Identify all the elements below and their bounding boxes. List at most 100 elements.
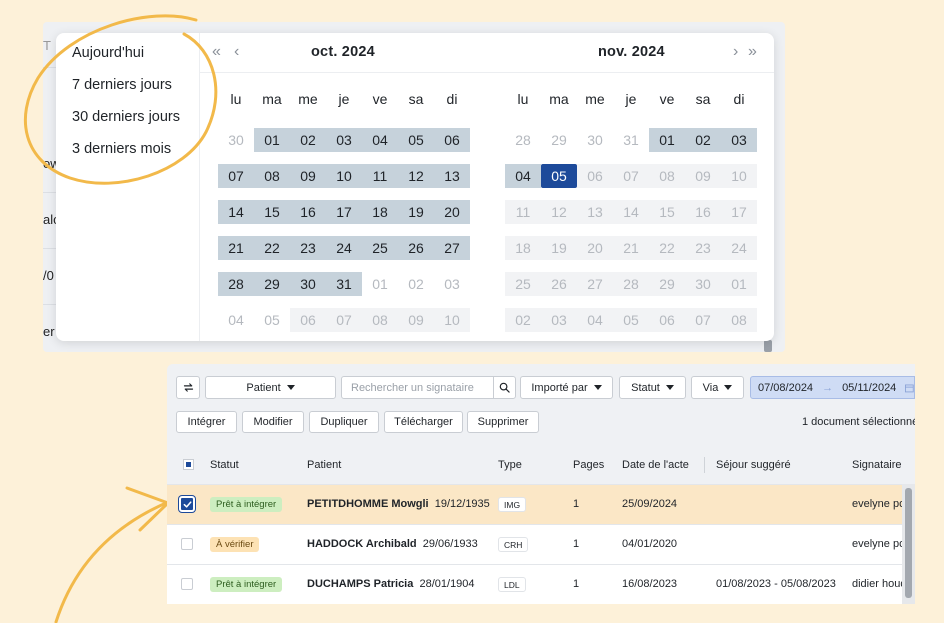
- calendar-day[interactable]: 13: [577, 200, 613, 224]
- table-row[interactable]: Prêt à intégrer PETITDHOMME Mowgli 19/12/…: [167, 484, 905, 524]
- calendar-day[interactable]: 25: [505, 272, 541, 296]
- calendar-day[interactable]: 31: [613, 128, 649, 152]
- calendar-day[interactable]: 05: [398, 128, 434, 152]
- calendar-day[interactable]: 06: [434, 128, 470, 152]
- calendar-day[interactable]: 06: [649, 308, 685, 332]
- date-range-field[interactable]: 07/08/2024 → 05/11/2024: [750, 376, 915, 399]
- calendar-day[interactable]: 04: [218, 308, 254, 332]
- calendar-day[interactable]: 07: [326, 308, 362, 332]
- calendar-day[interactable]: 29: [649, 272, 685, 296]
- calendar-day[interactable]: 04: [362, 128, 398, 152]
- calendar-day[interactable]: 17: [721, 200, 757, 224]
- patient-filter-dropdown[interactable]: Patient: [205, 376, 336, 399]
- column-status[interactable]: Statut: [210, 459, 239, 471]
- calendar-day[interactable]: 15: [254, 200, 290, 224]
- calendar-day[interactable]: 05: [613, 308, 649, 332]
- calendar-day[interactable]: 28: [613, 272, 649, 296]
- calendar-day[interactable]: 04: [577, 308, 613, 332]
- calendar-day[interactable]: 24: [721, 236, 757, 260]
- vertical-scrollbar[interactable]: [902, 484, 915, 604]
- calendar-day[interactable]: 23: [685, 236, 721, 260]
- search-button[interactable]: [493, 377, 515, 398]
- calendar-day[interactable]: 18: [362, 200, 398, 224]
- column-pages[interactable]: Pages: [573, 459, 604, 471]
- calendar-day[interactable]: 30: [577, 128, 613, 152]
- calendar-day[interactable]: 22: [254, 236, 290, 260]
- calendar-day[interactable]: 09: [398, 308, 434, 332]
- calendar-day[interactable]: 11: [505, 200, 541, 224]
- calendar-day[interactable]: 12: [398, 164, 434, 188]
- calendar-day[interactable]: 18: [505, 236, 541, 260]
- calendar-day[interactable]: 01: [254, 128, 290, 152]
- select-all-checkbox[interactable]: [183, 459, 194, 470]
- calendar-day[interactable]: 15: [649, 200, 685, 224]
- calendar-day[interactable]: 27: [577, 272, 613, 296]
- calendar-day[interactable]: 02: [685, 128, 721, 152]
- calendar-day-selected[interactable]: 05: [541, 164, 577, 188]
- calendar-day[interactable]: 01: [721, 272, 757, 296]
- calendar-day[interactable]: 10: [434, 308, 470, 332]
- via-filter-dropdown[interactable]: Via: [691, 376, 744, 399]
- calendar-day[interactable]: 07: [218, 164, 254, 188]
- calendar-day[interactable]: 08: [254, 164, 290, 188]
- column-patient[interactable]: Patient: [307, 459, 341, 471]
- calendar-day[interactable]: 10: [721, 164, 757, 188]
- scrollbar-thumb[interactable]: [905, 488, 912, 598]
- calendar-day[interactable]: 25: [362, 236, 398, 260]
- prev-year-button[interactable]: «: [212, 42, 221, 62]
- imported-by-dropdown[interactable]: Importé par: [520, 376, 613, 399]
- calendar-day[interactable]: 19: [541, 236, 577, 260]
- calendar-day[interactable]: 02: [505, 308, 541, 332]
- calendar-day[interactable]: 20: [577, 236, 613, 260]
- prev-month-button[interactable]: ‹: [234, 42, 239, 62]
- calendar-day[interactable]: 07: [685, 308, 721, 332]
- calendar-day[interactable]: 19: [398, 200, 434, 224]
- calendar-day[interactable]: 28: [505, 128, 541, 152]
- calendar-day[interactable]: 29: [254, 272, 290, 296]
- integrate-button[interactable]: Intégrer: [176, 411, 237, 433]
- refresh-button[interactable]: [176, 376, 200, 399]
- calendar-day[interactable]: 14: [218, 200, 254, 224]
- calendar-day[interactable]: 08: [721, 308, 757, 332]
- calendar-day[interactable]: 09: [290, 164, 326, 188]
- calendar-day[interactable]: 14: [613, 200, 649, 224]
- calendar-day[interactable]: 12: [541, 200, 577, 224]
- calendar-day[interactable]: 26: [541, 272, 577, 296]
- row-checkbox[interactable]: [181, 538, 193, 550]
- signer-search-input[interactable]: [342, 377, 493, 398]
- calendar-day[interactable]: 24: [326, 236, 362, 260]
- calendar-day[interactable]: 08: [362, 308, 398, 332]
- calendar-day[interactable]: 03: [326, 128, 362, 152]
- calendar-day[interactable]: 02: [398, 272, 434, 296]
- calendar-day[interactable]: 16: [290, 200, 326, 224]
- calendar-day[interactable]: 20: [434, 200, 470, 224]
- calendar-day[interactable]: 17: [326, 200, 362, 224]
- column-act-date[interactable]: Date de l'acte: [622, 459, 689, 471]
- calendar-day[interactable]: 28: [218, 272, 254, 296]
- preset-last-3-months[interactable]: 3 derniers mois: [56, 139, 199, 171]
- calendar-day[interactable]: 11: [362, 164, 398, 188]
- calendar-day[interactable]: 21: [218, 236, 254, 260]
- calendar-day[interactable]: 04: [505, 164, 541, 188]
- calendar-day[interactable]: 06: [290, 308, 326, 332]
- calendar-day[interactable]: 03: [434, 272, 470, 296]
- calendar-day[interactable]: 29: [541, 128, 577, 152]
- table-row[interactable]: À vérifier HADDOCK Archibald 29/06/1933 CR…: [167, 524, 905, 564]
- modify-button[interactable]: Modifier: [242, 411, 304, 433]
- status-filter-dropdown[interactable]: Statut: [619, 376, 686, 399]
- calendar-day[interactable]: 01: [649, 128, 685, 152]
- calendar-day[interactable]: 05: [254, 308, 290, 332]
- calendar-day[interactable]: 26: [398, 236, 434, 260]
- calendar-day[interactable]: 01: [362, 272, 398, 296]
- preset-today[interactable]: Aujourd'hui: [56, 43, 199, 75]
- row-checkbox[interactable]: [179, 496, 195, 512]
- calendar-day[interactable]: 02: [290, 128, 326, 152]
- column-suggested-stay[interactable]: Séjour suggéré: [716, 459, 791, 471]
- calendar-day[interactable]: 08: [649, 164, 685, 188]
- calendar-day[interactable]: 30: [685, 272, 721, 296]
- calendar-day[interactable]: 30: [218, 128, 254, 152]
- calendar-day[interactable]: 21: [613, 236, 649, 260]
- delete-button[interactable]: Supprimer: [467, 411, 539, 433]
- column-signer[interactable]: Signataire: [852, 459, 902, 471]
- row-checkbox[interactable]: [181, 578, 193, 590]
